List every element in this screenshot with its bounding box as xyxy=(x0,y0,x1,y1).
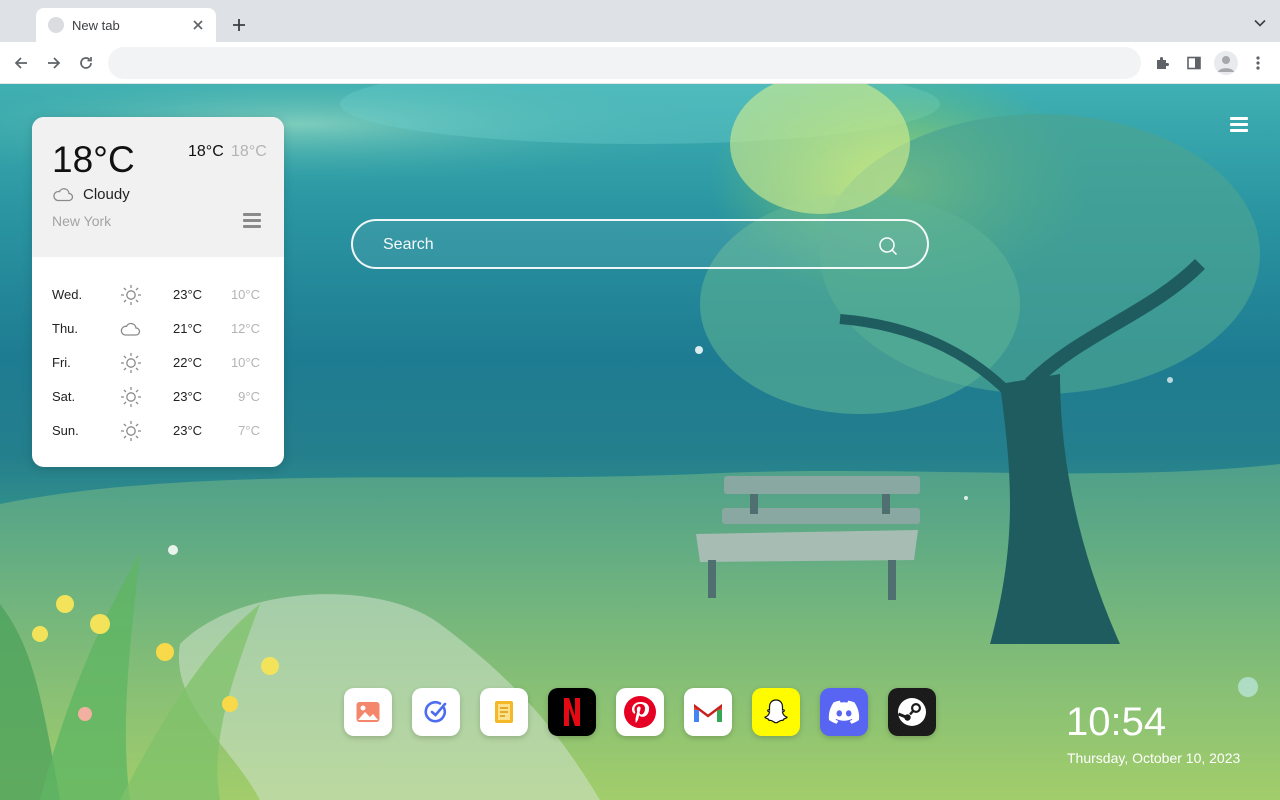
sun-icon xyxy=(121,353,141,373)
forecast-low: 9°C xyxy=(238,389,260,404)
tab-search-chevron-down-icon[interactable] xyxy=(1252,15,1268,31)
dock-pinterest[interactable] xyxy=(616,688,664,736)
forecast-day: Wed. xyxy=(52,287,83,302)
weather-widget[interactable]: 18°C 18°C 18°C Cloudy New York Wed. 23°C… xyxy=(32,117,284,467)
check-circle-icon xyxy=(424,700,447,723)
new-tab-plus-icon[interactable] xyxy=(228,14,250,36)
sun-icon xyxy=(121,285,141,305)
browser-toolbar xyxy=(0,42,1280,84)
pinterest-icon xyxy=(624,696,656,728)
steam-icon xyxy=(897,698,926,726)
dock-netflix[interactable] xyxy=(548,688,596,736)
forecast-high: 22°C xyxy=(173,355,203,370)
forecast-day: Thu. xyxy=(52,321,79,336)
profile-avatar-icon[interactable] xyxy=(1214,51,1238,75)
forecast-low: 10°C xyxy=(230,287,260,302)
current-temperature: 18°C xyxy=(52,139,135,180)
dock-gallery[interactable] xyxy=(344,688,392,736)
note-icon xyxy=(495,701,513,723)
weather-condition: Cloudy xyxy=(83,186,130,203)
dock-gmail[interactable] xyxy=(684,688,732,736)
side-panel-icon[interactable] xyxy=(1183,52,1205,74)
weather-current: 18°C 18°C 18°C Cloudy New York xyxy=(32,117,284,257)
search-input[interactable] xyxy=(383,233,863,257)
forward-arrow-icon[interactable] xyxy=(43,52,65,74)
address-bar[interactable] xyxy=(108,47,1141,79)
weather-city: New York xyxy=(52,213,112,229)
forecast-day: Sun. xyxy=(52,423,79,438)
weather-menu-icon[interactable] xyxy=(243,213,261,229)
forecast-high: 23°C xyxy=(173,389,203,404)
back-arrow-icon[interactable] xyxy=(10,52,32,74)
forecast-low: 7°C xyxy=(238,423,260,438)
today-low: 18°C xyxy=(231,143,267,160)
tab-title: New tab xyxy=(72,17,120,33)
search-box xyxy=(351,219,929,269)
cloud-icon xyxy=(120,322,141,336)
clock-date: Thursday, October 10, 2023 xyxy=(1067,750,1241,766)
sun-icon xyxy=(121,387,141,407)
dock-tasks[interactable] xyxy=(412,688,460,736)
tab-new-tab[interactable]: New tab xyxy=(36,8,216,42)
clock-time: 10:54 xyxy=(1066,700,1167,744)
netflix-icon xyxy=(564,698,580,726)
image-icon xyxy=(356,702,380,722)
forecast-row: Thu. 21°C 12°C xyxy=(32,311,284,345)
extensions-puzzle-icon[interactable] xyxy=(1151,52,1173,74)
sun-icon xyxy=(121,421,141,441)
forecast-row: Sat. 23°C 9°C xyxy=(32,379,284,413)
page-hamburger-menu-icon[interactable] xyxy=(1230,117,1248,133)
tab-strip: New tab xyxy=(0,0,1280,42)
snapchat-icon xyxy=(764,699,788,724)
reload-icon[interactable] xyxy=(75,52,97,74)
forecast-day: Sat. xyxy=(52,389,76,404)
forecast-high: 21°C xyxy=(173,321,203,336)
dock-discord[interactable] xyxy=(820,688,868,736)
forecast-low: 12°C xyxy=(230,321,260,336)
forecast-low: 10°C xyxy=(230,355,260,370)
forecast-day: Fri. xyxy=(52,355,71,370)
kebab-menu-icon[interactable] xyxy=(1247,52,1269,74)
forecast-high: 23°C xyxy=(173,423,203,438)
close-tab-icon[interactable] xyxy=(190,17,206,33)
today-high: 18°C xyxy=(188,143,224,160)
search-icon[interactable] xyxy=(877,235,899,257)
dock-snapchat[interactable] xyxy=(752,688,800,736)
cloud-icon xyxy=(53,188,74,202)
dock-steam[interactable] xyxy=(888,688,936,736)
forecast-high: 23°C xyxy=(173,287,203,302)
tab-favicon-icon xyxy=(48,17,64,33)
gmail-icon xyxy=(694,704,722,722)
dock-notes[interactable] xyxy=(480,688,528,736)
discord-icon xyxy=(828,700,860,724)
forecast-row: Wed. 23°C 10°C xyxy=(32,277,284,311)
forecast-row: Sun. 23°C 7°C xyxy=(32,413,284,447)
forecast-row: Fri. 22°C 10°C xyxy=(32,345,284,379)
